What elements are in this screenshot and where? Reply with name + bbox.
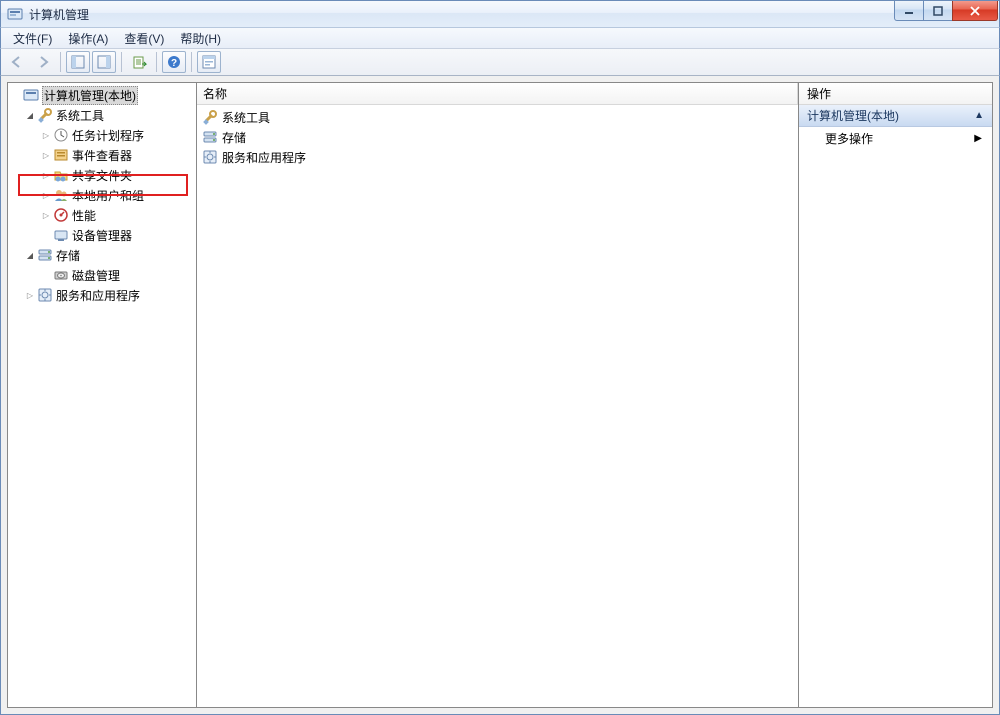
toolbar-separator <box>156 52 157 72</box>
actions-panel-header: 操作 <box>799 83 992 105</box>
menu-help[interactable]: 帮助(H) <box>172 28 229 49</box>
users-groups-icon <box>53 187 69 203</box>
list-item-label: 服务和应用程序 <box>222 149 306 166</box>
tree-label: 事件查看器 <box>72 147 132 164</box>
expander-icon[interactable] <box>24 111 36 120</box>
tree-label: 性能 <box>72 207 96 224</box>
maximize-button[interactable] <box>923 1 953 21</box>
actions-item-label: 更多操作 <box>825 130 873 147</box>
expander-icon[interactable] <box>40 131 52 140</box>
back-button[interactable] <box>5 51 29 73</box>
toolbar-separator <box>60 52 61 72</box>
list-body: 系统工具 存储 服务和应用程序 <box>197 105 798 169</box>
actions-panel: 操作 计算机管理(本地) ▲ 更多操作 ▶ <box>798 82 993 708</box>
close-button[interactable] <box>952 1 998 21</box>
expander-icon[interactable] <box>24 251 36 260</box>
toolbar-separator <box>121 52 122 72</box>
show-hide-tree-button[interactable] <box>66 51 90 73</box>
export-list-button[interactable] <box>127 51 151 73</box>
disk-management-icon <box>53 267 69 283</box>
list-item-label: 存储 <box>222 129 246 146</box>
collapse-icon: ▲ <box>974 110 984 121</box>
properties-button[interactable] <box>197 51 221 73</box>
tree-node-system-tools[interactable]: 系统工具 <box>8 105 196 125</box>
shared-folders-icon <box>53 167 69 183</box>
storage-icon <box>202 129 218 145</box>
tree-node-disk-management[interactable]: 磁盘管理 <box>8 265 196 285</box>
tree-node-computer-management[interactable]: 计算机管理(本地) <box>8 85 196 105</box>
tree-label: 系统工具 <box>56 107 104 124</box>
device-manager-icon <box>53 227 69 243</box>
expander-icon[interactable] <box>24 291 36 300</box>
event-viewer-icon <box>53 147 69 163</box>
tree-node-device-manager[interactable]: 设备管理器 <box>8 225 196 245</box>
expander-icon[interactable] <box>40 151 52 160</box>
expander-icon[interactable] <box>40 211 52 220</box>
services-apps-icon <box>37 287 53 303</box>
services-apps-icon <box>202 149 218 165</box>
tree-node-task-scheduler[interactable]: 任务计划程序 <box>8 125 196 145</box>
tree-label: 计算机管理(本地) <box>42 86 138 105</box>
tree-node-event-viewer[interactable]: 事件查看器 <box>8 145 196 165</box>
window-controls <box>895 1 998 21</box>
menu-view[interactable]: 查看(V) <box>116 28 172 49</box>
list-item-system-tools[interactable]: 系统工具 <box>197 107 798 127</box>
show-hide-action-button[interactable] <box>92 51 116 73</box>
system-tools-icon <box>202 109 218 125</box>
expander-icon[interactable] <box>40 191 52 200</box>
title-bar: 计算机管理 <box>0 0 1000 28</box>
tree-node-local-users-groups[interactable]: 本地用户和组 <box>8 185 196 205</box>
tree-node-performance[interactable]: 性能 <box>8 205 196 225</box>
list-header: 名称 <box>197 83 798 105</box>
tree-node-shared-folders[interactable]: 共享文件夹 <box>8 165 196 185</box>
list-item-services-apps[interactable]: 服务和应用程序 <box>197 147 798 167</box>
minimize-button[interactable] <box>894 1 924 21</box>
main-content: 计算机管理(本地) 系统工具 任务计划程序 事 <box>0 76 1000 715</box>
navigation-tree[interactable]: 计算机管理(本地) 系统工具 任务计划程序 事 <box>8 83 196 307</box>
submenu-arrow-icon: ▶ <box>974 133 982 144</box>
computer-management-icon <box>23 87 39 103</box>
list-item-storage[interactable]: 存储 <box>197 127 798 147</box>
storage-icon <box>37 247 53 263</box>
tree-label: 任务计划程序 <box>72 127 144 144</box>
tree-node-services-apps[interactable]: 服务和应用程序 <box>8 285 196 305</box>
column-header-name[interactable]: 名称 <box>197 83 798 104</box>
expander-icon[interactable] <box>40 171 52 180</box>
tree-label: 存储 <box>56 247 80 264</box>
actions-item-more[interactable]: 更多操作 ▶ <box>799 127 992 149</box>
toolbar: ? <box>0 48 1000 76</box>
svg-text:?: ? <box>171 58 177 69</box>
tree-label: 设备管理器 <box>72 227 132 244</box>
list-item-label: 系统工具 <box>222 109 270 126</box>
actions-section-title: 计算机管理(本地) <box>807 107 899 124</box>
system-tools-icon <box>37 107 53 123</box>
navigation-tree-panel: 计算机管理(本地) 系统工具 任务计划程序 事 <box>7 82 197 708</box>
actions-section-header[interactable]: 计算机管理(本地) ▲ <box>799 105 992 127</box>
window-title: 计算机管理 <box>29 6 89 23</box>
tree-label: 本地用户和组 <box>72 187 144 204</box>
help-button[interactable]: ? <box>162 51 186 73</box>
menu-bar: 文件(F) 操作(A) 查看(V) 帮助(H) <box>0 28 1000 48</box>
menu-file[interactable]: 文件(F) <box>5 28 60 49</box>
clock-icon <box>53 127 69 143</box>
forward-button[interactable] <box>31 51 55 73</box>
menu-action[interactable]: 操作(A) <box>60 28 116 49</box>
list-panel: 名称 系统工具 存储 服务和应用程序 <box>196 82 799 708</box>
tree-label: 磁盘管理 <box>72 267 120 284</box>
app-icon <box>7 6 23 22</box>
performance-icon <box>53 207 69 223</box>
tree-label: 服务和应用程序 <box>56 287 140 304</box>
tree-node-storage[interactable]: 存储 <box>8 245 196 265</box>
tree-label: 共享文件夹 <box>72 167 132 184</box>
toolbar-separator <box>191 52 192 72</box>
